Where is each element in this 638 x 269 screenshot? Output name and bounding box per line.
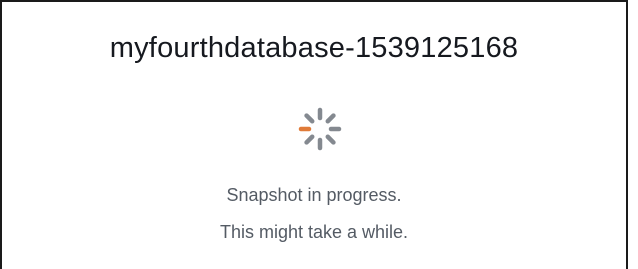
spinner-segment bbox=[325, 134, 336, 145]
snapshot-status-panel: myfourthdatabase-1539125168 Snapshot in … bbox=[0, 0, 628, 269]
page-title: myfourthdatabase-1539125168 bbox=[109, 32, 519, 64]
status-message-line-2: This might take a while. bbox=[219, 222, 409, 242]
spinner-segment bbox=[304, 134, 315, 145]
loading-spinner-icon bbox=[298, 107, 342, 151]
spinner-segment bbox=[304, 113, 315, 124]
status-message-line-1: Snapshot in progress. bbox=[226, 185, 402, 205]
spinner-segment bbox=[325, 113, 336, 124]
